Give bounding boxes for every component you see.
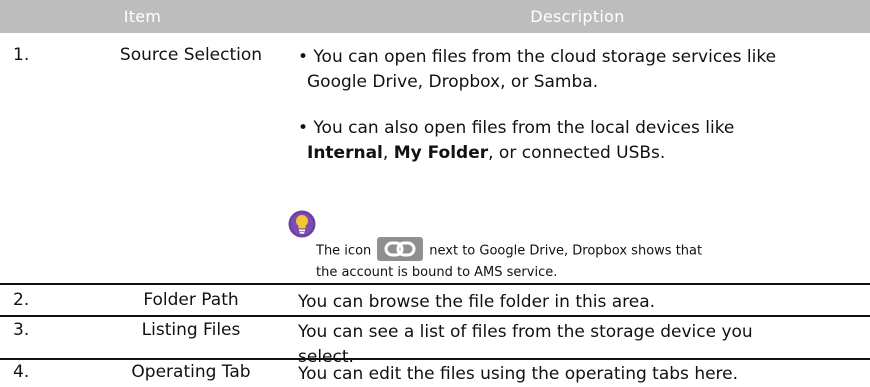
row-description: You can browse the file folder in this a… bbox=[298, 292, 656, 312]
row-number: 2. bbox=[13, 290, 30, 310]
bullet-line: • You can open files from the cloud stor… bbox=[298, 47, 777, 67]
table-header: Item Description bbox=[0, 0, 870, 33]
bold-text: Internal bbox=[307, 143, 383, 163]
note-text: The icon next to Google Drive, Dropbox sh… bbox=[316, 237, 856, 282]
row-divider bbox=[0, 358, 870, 360]
row-item: Source Selection bbox=[119, 45, 263, 65]
row-description: • You can also open files from the local… bbox=[298, 116, 858, 166]
row-item: Operating Tab bbox=[131, 362, 251, 382]
row-item: Listing Files bbox=[141, 320, 241, 340]
row-description: • You can open files from the cloud stor… bbox=[298, 45, 858, 95]
row-description: You can edit the files using the operati… bbox=[298, 364, 739, 384]
row-divider bbox=[0, 283, 870, 285]
bold-text: My Folder bbox=[393, 143, 489, 163]
bullet-line: Google Drive, Dropbox, or Samba. bbox=[307, 72, 599, 92]
row-number: 3. bbox=[13, 320, 30, 340]
link-icon bbox=[377, 237, 424, 261]
lightbulb-icon bbox=[288, 210, 316, 238]
header-description: Description bbox=[530, 7, 625, 26]
row-number: 4. bbox=[13, 362, 30, 382]
header-item: Item bbox=[123, 7, 162, 26]
row-item: Folder Path bbox=[143, 290, 239, 310]
row-divider bbox=[0, 315, 870, 317]
bullet-line: • You can also open files from the local… bbox=[298, 118, 735, 138]
bullet-line: Internal, My Folder, or connected USBs. bbox=[307, 143, 666, 163]
row-number: 1. bbox=[13, 45, 30, 65]
